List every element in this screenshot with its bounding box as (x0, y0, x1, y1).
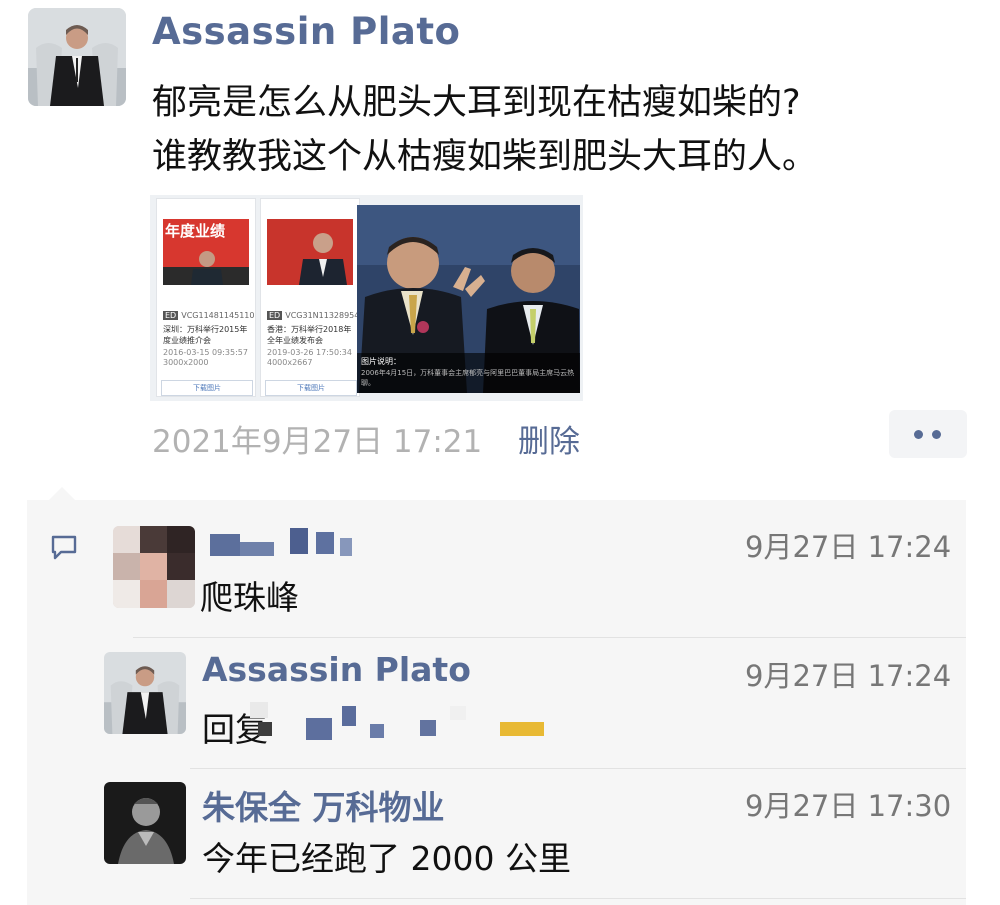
card-1-title-1: 深圳：万科举行2015年 (163, 325, 248, 334)
photo-caption: 图片说明： 2006年4月15日，万科董事会主席郁亮与阿里巴巴董事局主席马云热聊… (357, 353, 580, 393)
card-1-download-button[interactable]: 下载图片 (161, 380, 253, 396)
comment-1-text[interactable]: 爬珠峰 (200, 571, 299, 619)
comment-icon (50, 533, 78, 561)
author-avatar[interactable] (28, 8, 126, 106)
comment-box-notch (48, 487, 76, 501)
comment-1-time: 9月27日 17:24 (745, 530, 952, 564)
card-2-photo (267, 219, 353, 285)
caption-title: 图片说明： (361, 357, 401, 366)
image-card-2: ED VCG31N1132895477 香港：万科举行2018年 全年业绩发布会 … (260, 198, 370, 397)
comment-2-avatar[interactable] (104, 652, 186, 734)
comment-3-text[interactable]: 今年已经跑了 2000 公里 (202, 832, 571, 880)
card-1-date: 2016-03-15 09:35:57 (163, 348, 248, 357)
comment-1-avatar[interactable] (113, 526, 195, 608)
comment-3-time: 9月27日 17:30 (745, 789, 952, 823)
card-2-title-2: 全年业绩发布会 (267, 336, 323, 345)
avatar-image (28, 8, 126, 106)
card-2-download-button[interactable]: 下载图片 (265, 380, 357, 396)
post-author-name[interactable]: Assassin Plato (152, 10, 460, 53)
card-1-photo: 年度业绩 (163, 219, 249, 285)
delete-link[interactable]: 删除 (518, 416, 580, 461)
card-1-title-2: 度业绩推介会 (163, 336, 211, 345)
card-1-banner-text: 年度业绩 (165, 222, 226, 240)
comment-3-author[interactable]: 朱保全 万科物业 (202, 781, 445, 829)
image-card-1: 年度业绩 ED VCG11481145110 深圳：万科举行2015年 度业绩推介… (156, 198, 256, 397)
card-1-id: ED VCG11481145110 (163, 311, 255, 320)
card-2-date: 2019-03-26 17:50:34 (267, 348, 352, 357)
card-2-id: ED VCG31N1132895477 (267, 311, 370, 320)
card-2-size: 4000x2667 (267, 358, 313, 367)
post-text-line-1: 郁亮是怎么从肥头大耳到现在枯瘦如柴的? (152, 83, 801, 123)
post-timestamp: 2021年9月27日 17:21 (152, 424, 483, 460)
card-2-title-1: 香港：万科举行2018年 (267, 325, 352, 334)
caption-text: 2006年4月15日，万科董事会主席郁亮与阿里巴巴董事局主席马云热聊。 (361, 369, 575, 387)
post-text-line-2: 谁教教我这个从枯瘦如柴到肥头大耳的人。 (152, 137, 818, 177)
comment-2-mention-redacted (250, 700, 560, 752)
comment-3-avatar[interactable] (104, 782, 186, 864)
comment-1-name-redacted (210, 528, 360, 558)
featured-photo: 图片说明： 2006年4月15日，万科董事会主席郁亮与阿里巴巴董事局主席马云热聊… (357, 205, 580, 393)
card-1-size: 3000x2000 (163, 358, 209, 367)
more-dots-icon[interactable] (889, 410, 967, 458)
comment-divider-2 (190, 768, 966, 769)
comment-2-time: 9月27日 17:24 (745, 659, 952, 693)
comment-divider-1 (133, 637, 966, 638)
comment-2-author[interactable]: Assassin Plato (202, 650, 471, 689)
comment-divider-3 (190, 898, 966, 899)
